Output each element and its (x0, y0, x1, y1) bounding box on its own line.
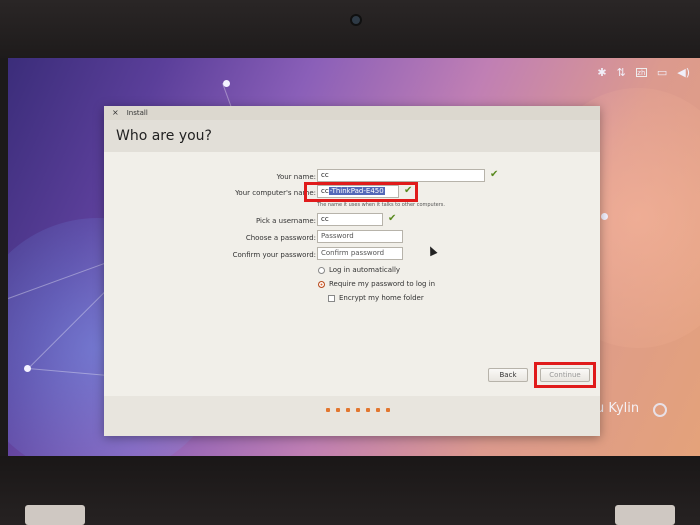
progress-step (366, 408, 370, 412)
checkbox[interactable] (328, 294, 335, 302)
top-panel: ✱ ⇅ zh ▭ ◀) (8, 58, 700, 88)
require-password-label: Require my password to log in (329, 280, 436, 288)
page-title: Who are you? (116, 128, 212, 144)
annotation-highlight (304, 182, 418, 202)
decor-dot (601, 213, 608, 220)
password-input[interactable]: Password (317, 230, 403, 243)
ubuntu-kylin-logo-icon (653, 403, 667, 417)
progress-step (336, 408, 340, 412)
radio-button[interactable] (318, 266, 325, 274)
progress-step (356, 408, 360, 412)
webcam (350, 14, 362, 26)
decor-dot (24, 365, 31, 372)
encrypt-home-label: Encrypt my home folder (339, 294, 424, 302)
laptop-bezel-top (0, 0, 700, 58)
username-row: Pick a username: (104, 214, 316, 228)
login-auto-option[interactable]: Log in automatically (318, 266, 400, 274)
bluetooth-icon[interactable]: ✱ (597, 66, 606, 79)
back-button[interactable]: Back (488, 368, 528, 382)
radio-button-selected[interactable] (318, 280, 325, 288)
computer-name-hint: The name it uses when it talks to other … (317, 202, 446, 208)
your-name-input[interactable]: cc (317, 169, 485, 182)
desktop-screen: ✱ ⇅ zh ▭ ◀) u Kylin × Install Who are yo… (8, 58, 700, 456)
username-input[interactable]: cc (317, 213, 383, 226)
password-row: Choose a password: (104, 231, 316, 245)
password-label: Choose a password: (245, 234, 316, 242)
your-name-row: Your name: (104, 170, 316, 184)
confirm-row: Confirm your password: (104, 248, 316, 262)
laptop-bezel-bottom (0, 456, 700, 525)
window-title: Install (126, 109, 148, 117)
dialog-footer (104, 396, 600, 436)
brand-text: u Kylin (596, 401, 640, 416)
laptop-hinge (25, 505, 85, 525)
login-auto-label: Log in automatically (329, 266, 401, 274)
check-icon: ✔ (490, 169, 499, 180)
confirm-password-label: Confirm your password: (232, 251, 316, 259)
progress-step (386, 408, 390, 412)
progress-step (376, 408, 380, 412)
battery-icon[interactable]: ▭ (657, 66, 667, 79)
network-icon[interactable]: ⇅ (617, 66, 626, 79)
progress-step (326, 408, 330, 412)
volume-icon[interactable]: ◀) (677, 66, 690, 79)
titlebar: × Install (104, 106, 600, 120)
encrypt-home-option[interactable]: Encrypt my home folder (328, 294, 424, 302)
laptop-hinge (615, 505, 675, 525)
require-password-option[interactable]: Require my password to log in (318, 280, 435, 288)
close-icon[interactable]: × (112, 108, 119, 118)
install-dialog: × Install Who are you? Your name: cc ✔ Y… (104, 106, 600, 436)
your-name-label: Your name: (276, 173, 316, 181)
system-tray: ✱ ⇅ zh ▭ ◀) (597, 66, 690, 79)
check-icon: ✔ (388, 213, 397, 224)
progress-dots (326, 408, 390, 412)
username-label: Pick a username: (255, 217, 316, 225)
computer-name-row: Your computer's name: (104, 186, 316, 200)
annotation-highlight (534, 362, 596, 388)
keyboard-icon[interactable]: zh (635, 68, 647, 77)
confirm-password-input[interactable]: Confirm password (317, 247, 403, 260)
page-header: Who are you? (104, 120, 600, 152)
progress-step (346, 408, 350, 412)
